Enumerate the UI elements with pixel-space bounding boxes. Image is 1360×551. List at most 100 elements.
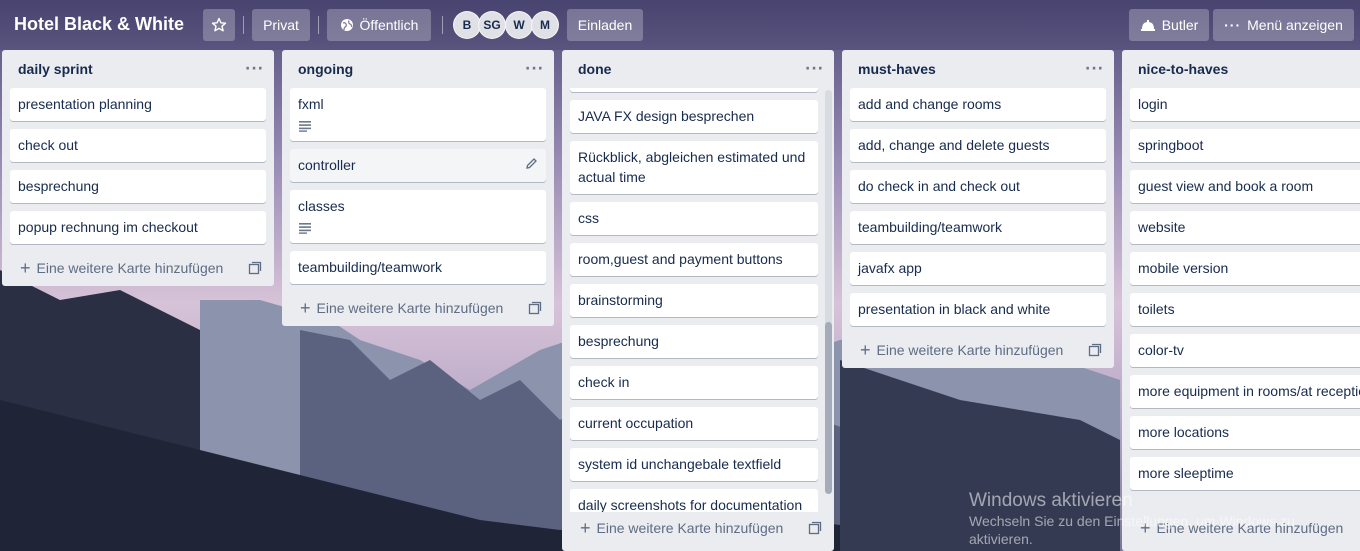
globe-icon <box>340 19 353 31</box>
card[interactable]: room,guest and payment buttons <box>570 243 818 276</box>
member-avatar[interactable]: W <box>505 11 533 39</box>
list-scroll-area[interactable]: JAVA FX design besprechen Rückblick, abg… <box>562 88 834 512</box>
template-card-icon[interactable] <box>808 521 822 535</box>
list-header: must-haves ··· <box>842 50 1114 88</box>
list-title[interactable]: daily sprint <box>18 61 93 77</box>
plus-icon: + <box>300 298 311 318</box>
header-divider <box>243 16 244 34</box>
card[interactable]: JAVA FX design besprechen <box>570 100 818 133</box>
card[interactable]: website <box>1130 211 1360 244</box>
list-title[interactable]: ongoing <box>298 61 353 77</box>
card-partial[interactable] <box>570 88 818 92</box>
public-button[interactable]: Öffentlich <box>327 9 431 41</box>
card[interactable]: besprechung <box>10 170 266 203</box>
list-menu-icon[interactable]: ··· <box>805 61 824 77</box>
description-icon <box>299 223 311 234</box>
add-card-button[interactable]: + Eine weitere Karte hinzufügen <box>300 298 504 318</box>
card[interactable]: brainstorming <box>570 284 818 317</box>
list-title[interactable]: nice-to-haves <box>1138 61 1228 77</box>
card[interactable]: toilets <box>1130 293 1360 326</box>
add-card-label: Eine weitere Karte hinzufügen <box>596 520 784 536</box>
watermark-title: Windows aktivieren <box>969 490 1133 511</box>
card[interactable]: more sleeptime <box>1130 457 1360 490</box>
list-daily-sprint: daily sprint ··· presentation planning c… <box>2 50 274 286</box>
card[interactable]: besprechung <box>570 325 818 358</box>
card[interactable]: color-tv <box>1130 334 1360 367</box>
card[interactable]: popup rechnung im checkout <box>10 211 266 244</box>
private-button[interactable]: Privat <box>252 9 310 41</box>
show-menu-button[interactable]: ··· Menü anzeigen <box>1213 9 1354 41</box>
list-footer: + Eine weitere Karte hinzufügen <box>842 332 1114 368</box>
private-label: Privat <box>263 17 299 33</box>
add-card-label: Eine weitere Karte hinzufügen <box>876 342 1064 358</box>
pencil-icon[interactable] <box>525 157 538 170</box>
card[interactable]: classes <box>290 190 546 243</box>
header-divider <box>318 16 319 34</box>
list-ongoing: ongoing ··· fxml controller classes team… <box>282 50 554 326</box>
add-card-label: Eine weitere Karte hinzufügen <box>316 300 504 316</box>
card[interactable]: javafx app <box>850 252 1106 285</box>
card[interactable]: teambuilding/teamwork <box>290 251 546 284</box>
template-card-icon[interactable] <box>248 261 262 275</box>
card[interactable]: do check in and check out <box>850 170 1106 203</box>
card[interactable]: presentation planning <box>10 88 266 121</box>
template-card-icon[interactable] <box>1088 343 1102 357</box>
board-header: Hotel Black & White Privat Öffentlich B … <box>0 0 1360 50</box>
card-title: fxml <box>298 96 324 112</box>
card[interactable]: presentation in black and white <box>850 293 1106 326</box>
scrollbar-thumb[interactable] <box>825 322 832 494</box>
card[interactable]: more locations <box>1130 416 1360 449</box>
list-header: done ··· <box>562 50 834 88</box>
card[interactable]: system id unchangebale textfield <box>570 448 818 481</box>
list-scroll-area[interactable]: login springboot guest view and book a r… <box>1122 88 1360 512</box>
add-card-button[interactable]: + Eine weitere Karte hinzufügen <box>860 340 1064 360</box>
card[interactable]: check out <box>10 129 266 162</box>
card[interactable]: controller <box>290 149 546 182</box>
card[interactable]: check in <box>570 366 818 399</box>
member-avatar[interactable]: SG <box>478 11 506 39</box>
invite-button[interactable]: Einladen <box>567 9 643 41</box>
template-card-icon[interactable] <box>528 301 542 315</box>
list-footer: + Eine weitere Karte hinzufügen <box>562 510 834 546</box>
card[interactable]: daily screenshots for documentation <box>570 489 818 512</box>
card[interactable]: more equipment in rooms/at reception <box>1130 375 1360 408</box>
list-title[interactable]: done <box>578 61 611 77</box>
plus-icon: + <box>580 518 591 538</box>
add-card-button[interactable]: + Eine weitere Karte hinzufügen <box>580 518 784 538</box>
list-footer: + Eine weitere Karte hinzufügen <box>282 290 554 326</box>
add-card-button[interactable]: + Eine weitere Karte hinzufügen <box>20 259 224 277</box>
header-divider <box>442 16 443 34</box>
card[interactable]: current occupation <box>570 407 818 440</box>
list-title[interactable]: must-haves <box>858 61 936 77</box>
card[interactable]: add, change and delete guests <box>850 129 1106 162</box>
list-header: nice-to-haves <box>1122 50 1360 88</box>
show-menu-label: Menü anzeigen <box>1247 17 1343 33</box>
card[interactable]: teambuilding/teamwork <box>850 211 1106 244</box>
card[interactable]: css <box>570 202 818 235</box>
description-icon <box>299 121 311 132</box>
card[interactable]: add and change rooms <box>850 88 1106 121</box>
plus-icon: + <box>860 340 871 360</box>
card[interactable]: guest view and book a room <box>1130 170 1360 203</box>
card-title: classes <box>298 198 345 214</box>
card[interactable]: springboot <box>1130 129 1360 162</box>
list-menu-icon[interactable]: ··· <box>245 61 264 77</box>
member-avatar[interactable]: B <box>453 11 481 39</box>
windows-activation-watermark: Windows aktivieren Wechseln Sie zu den E… <box>969 490 1329 548</box>
butler-bell-icon <box>1140 20 1155 31</box>
more-dots-icon: ··· <box>1224 17 1242 33</box>
card[interactable]: login <box>1130 88 1360 121</box>
card-title: controller <box>298 157 356 173</box>
butler-label: Butler <box>1161 17 1199 33</box>
card[interactable]: Rückblick, abgleichen estimated und actu… <box>570 141 818 194</box>
member-avatar[interactable]: M <box>531 11 559 39</box>
list-menu-icon[interactable]: ··· <box>525 61 544 77</box>
list-header: daily sprint ··· <box>2 50 274 88</box>
star-board-button[interactable] <box>203 9 235 41</box>
card[interactable]: fxml <box>290 88 546 141</box>
add-card-label: Eine weitere Karte hinzufügen <box>36 260 224 276</box>
card[interactable]: mobile version <box>1130 252 1360 285</box>
list-menu-icon[interactable]: ··· <box>1085 61 1104 77</box>
butler-button[interactable]: Butler <box>1129 9 1209 41</box>
board-title[interactable]: Hotel Black & White <box>14 14 184 35</box>
